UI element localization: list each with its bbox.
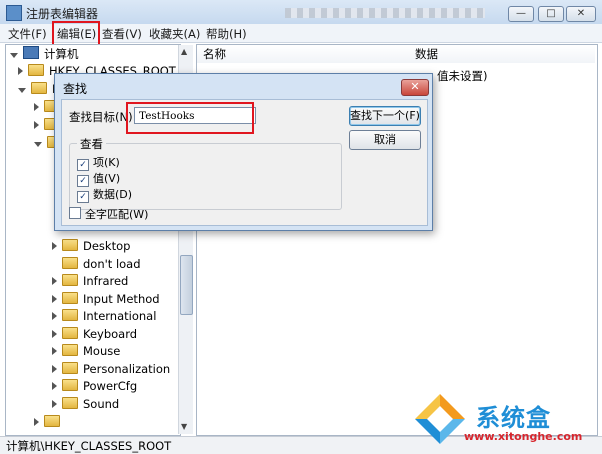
tree-item-personalization[interactable]: Personalization xyxy=(52,361,170,377)
tree-item-keyboard[interactable]: Keyboard xyxy=(52,326,137,342)
find-dialog: 查找 ✕ 查找目标(N): TestHooks 查找下一个(F) 取消 查看 ✓… xyxy=(54,73,433,231)
folder-icon xyxy=(62,327,78,339)
minimize-button[interactable]: — xyxy=(508,6,534,22)
window-title: 注册表编辑器 xyxy=(26,7,99,21)
tree-label: PowerCfg xyxy=(83,379,138,393)
checkbox-label: 数据(D) xyxy=(93,188,133,201)
highlight-find-input xyxy=(126,102,254,134)
column-data-header[interactable]: 数据 xyxy=(409,45,595,63)
folder-icon xyxy=(62,274,78,286)
tree-item-international[interactable]: International xyxy=(52,308,156,324)
collapse-arrow-icon[interactable] xyxy=(10,53,18,58)
checkbox-label: 全字匹配(W) xyxy=(85,208,149,221)
blurred-region xyxy=(285,8,485,18)
expand-arrow-icon[interactable] xyxy=(52,312,57,320)
collapse-arrow-icon[interactable] xyxy=(18,88,26,93)
menu-favorites[interactable]: 收藏夹(A) xyxy=(149,26,200,42)
folder-icon xyxy=(62,292,78,304)
look-at-title: 查看 xyxy=(77,136,106,152)
menu-help[interactable]: 帮助(H) xyxy=(206,26,247,42)
checkmark-icon[interactable]: ✓ xyxy=(77,191,89,203)
expand-arrow-icon[interactable] xyxy=(52,277,57,285)
look-at-group: 查看 ✓ 项(K) ✓ 值(V) ✓ 数据(D) xyxy=(69,136,342,210)
expand-arrow-icon[interactable] xyxy=(52,347,57,355)
tree-label: don't load xyxy=(83,257,141,271)
checkbox-data[interactable]: ✓ 数据(D) xyxy=(77,186,132,203)
tree-label: International xyxy=(83,309,157,323)
checkbox-icon[interactable] xyxy=(69,207,81,219)
value-data-cell: 值未设置) xyxy=(437,69,488,83)
menu-file[interactable]: 文件(F) xyxy=(8,26,47,42)
checkbox-label: 项(K) xyxy=(93,156,120,169)
tree-label: Infrared xyxy=(83,274,129,288)
close-button[interactable]: ✕ xyxy=(566,6,596,22)
tree-label: Sound xyxy=(83,397,120,411)
checkbox-values[interactable]: ✓ 值(V) xyxy=(77,170,120,187)
folder-icon xyxy=(62,379,78,391)
expand-arrow-icon[interactable] xyxy=(52,295,57,303)
tree-item-infrared[interactable]: Infrared xyxy=(52,273,128,289)
checkbox-label: 值(V) xyxy=(93,172,121,185)
maximize-button[interactable]: □ xyxy=(538,6,564,22)
expand-arrow-icon[interactable] xyxy=(34,418,39,426)
menu-view[interactable]: 查看(V) xyxy=(102,26,142,42)
tree-item-hidden[interactable] xyxy=(34,414,65,430)
tree-item-mouse[interactable]: Mouse xyxy=(52,343,120,359)
checkbox-keys[interactable]: ✓ 项(K) xyxy=(77,154,120,171)
tree-label: Desktop xyxy=(83,239,131,253)
expand-arrow-icon[interactable] xyxy=(52,400,57,408)
collapse-arrow-icon[interactable] xyxy=(34,142,42,147)
cancel-button[interactable]: 取消 xyxy=(349,130,421,150)
folder-icon xyxy=(62,239,78,251)
expand-arrow-icon[interactable] xyxy=(52,365,57,373)
status-path: 计算机\HKEY_CLASSES_ROOT xyxy=(6,439,172,453)
computer-icon xyxy=(23,46,39,59)
folder-icon xyxy=(28,64,44,76)
column-name-header[interactable]: 名称 xyxy=(197,45,410,63)
expand-arrow-icon[interactable] xyxy=(52,382,57,390)
expand-arrow-icon[interactable] xyxy=(34,103,39,111)
logo-name: 系统盒 xyxy=(476,404,551,432)
folder-icon xyxy=(62,257,78,269)
folder-icon xyxy=(62,362,78,374)
tree-label: Input Method xyxy=(83,292,160,306)
tree-item-computer[interactable]: 计算机 xyxy=(10,46,79,62)
tree-label: 计算机 xyxy=(44,47,79,61)
tree-item-powercfg[interactable]: PowerCfg xyxy=(52,378,137,394)
expand-arrow-icon[interactable] xyxy=(52,242,57,250)
tree-item-input-method[interactable]: Input Method xyxy=(52,291,160,307)
expand-arrow-icon[interactable] xyxy=(52,330,57,338)
folder-icon xyxy=(44,415,60,427)
tree-label: Keyboard xyxy=(83,327,138,341)
dialog-title: 查找 xyxy=(63,82,88,96)
expand-arrow-icon[interactable] xyxy=(18,67,23,75)
scroll-up-icon[interactable]: ▲ xyxy=(181,47,187,56)
logo-url: www.xitonghe.com xyxy=(464,430,583,443)
folder-icon xyxy=(31,82,47,94)
tree-label: Mouse xyxy=(83,344,121,358)
tree-item-dont-load[interactable]: don't load xyxy=(62,256,141,272)
find-next-button[interactable]: 查找下一个(F) xyxy=(349,106,421,126)
folder-icon xyxy=(62,344,78,356)
checkbox-match-whole[interactable]: 全字匹配(W) xyxy=(69,206,148,222)
tree-item-sound[interactable]: Sound xyxy=(52,396,119,412)
folder-icon xyxy=(62,397,78,409)
tree-label: Personalization xyxy=(83,362,171,376)
folder-icon xyxy=(62,309,78,321)
regedit-icon xyxy=(6,5,22,21)
tree-item-desktop[interactable]: Desktop xyxy=(52,238,130,254)
dialog-close-button[interactable]: ✕ xyxy=(401,79,429,96)
xitonghe-logo-icon xyxy=(415,394,465,444)
expand-arrow-icon[interactable] xyxy=(34,121,39,129)
scroll-down-icon[interactable]: ▼ xyxy=(181,422,187,431)
scroll-thumb[interactable] xyxy=(180,255,193,315)
